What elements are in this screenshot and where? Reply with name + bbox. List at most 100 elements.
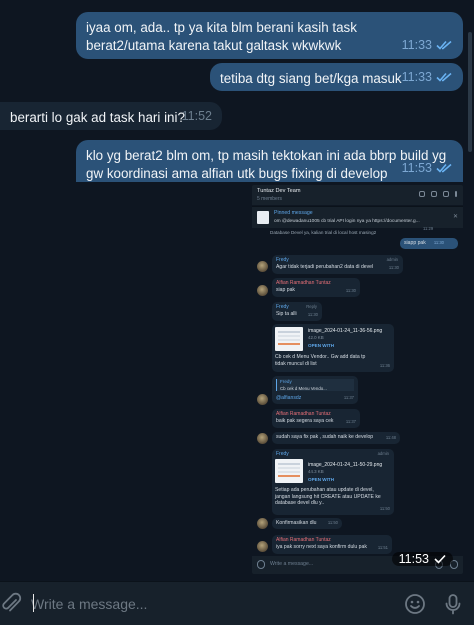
- embedded-sender: Alfian Ramadhan Tuntaz: [276, 411, 331, 417]
- message-meta: 11:33: [402, 36, 453, 54]
- embedded-time: 11:37: [343, 395, 354, 401]
- message-time: 11:52: [181, 109, 212, 123]
- embedded-sender: Alfian Ramadhan Tuntaz: [276, 280, 331, 286]
- message-outgoing[interactable]: iyaa om, ada.. tp ya kita blm berani kas…: [76, 12, 463, 59]
- message-time: 11:53: [401, 161, 432, 175]
- embedded-header: Tuntaz Dev Team 5 members: [252, 185, 463, 205]
- embedded-text: siap pak: [276, 286, 295, 293]
- close-icon: ✕: [452, 214, 458, 220]
- file-size: 42.0 KB: [308, 335, 324, 340]
- embedded-file-message: image_2024-01-24_11-36-56.png 42.0 KB OP…: [272, 324, 394, 372]
- embedded-text: @alfiansdz: [276, 395, 302, 401]
- file-thumbnail: [275, 459, 303, 483]
- message-meta: 11:33: [402, 68, 453, 86]
- chat-scrollbar[interactable]: [468, 4, 472, 569]
- file-caption: Setiap ada perubahan atau update di deve…: [275, 487, 381, 507]
- embedded-text: baik pak segera saya cek: [276, 417, 334, 424]
- embedded-role: admin: [377, 451, 389, 456]
- embedded-sender: Fredy: [276, 451, 289, 457]
- embedded-file-message: Fredy admin image_2024-01-24_11-50-29.pn…: [272, 449, 394, 515]
- double-check-icon: [436, 40, 452, 50]
- embedded-reply-label: Reply: [306, 304, 317, 309]
- embedded-peek-time: 11:29: [423, 226, 434, 231]
- pinned-thumbnail: [257, 211, 269, 224]
- embedded-text: siapp pak: [404, 240, 426, 246]
- embedded-time: 11:48: [385, 435, 396, 441]
- message-meta: 11:53: [402, 159, 453, 177]
- embedded-input-placeholder: Write a message...: [270, 561, 314, 567]
- double-check-icon: [436, 163, 452, 173]
- text-caret: [33, 594, 34, 612]
- avatar: [257, 285, 268, 296]
- embedded-time: 11:51: [377, 545, 388, 551]
- file-size: 44.3 KB: [308, 469, 324, 474]
- avatar: [257, 433, 268, 444]
- pinned-label: Pinned message: [274, 210, 313, 216]
- embedded-peek-text: Database Devel ya, kalian trial di local…: [270, 230, 377, 235]
- avatar: [257, 394, 268, 405]
- embedded-text: Sip ta alli: [276, 310, 297, 317]
- embedded-message: Fredy Reply Sip ta alli 11:30: [272, 302, 322, 321]
- embedded-time: 11:30: [388, 265, 399, 271]
- avatar: [257, 518, 268, 529]
- double-check-icon: [436, 72, 452, 82]
- avatar: [257, 261, 268, 272]
- message-composer: [0, 581, 474, 625]
- message-time: 11:33: [401, 38, 432, 52]
- embedded-time: 11:30: [433, 240, 444, 246]
- embedded-time: 11:30: [307, 312, 318, 318]
- embedded-text: sudah saya fix pak , sudah naik ke devel…: [276, 434, 374, 440]
- microphone-icon[interactable]: [441, 592, 465, 616]
- embedded-time: 11:30: [345, 288, 356, 294]
- chat-icon: [431, 191, 437, 197]
- embedded-time: 11:50: [379, 506, 390, 512]
- embedded-message: siapp pak 11:30: [400, 238, 458, 249]
- message-incoming[interactable]: berarti lo gak ad task hari ini? 11:52: [0, 102, 222, 130]
- embedded-message: Fredy admin Agar tidak terjadi perubahan…: [272, 255, 403, 274]
- embedded-text: iya pak sorry next saya konfirm dulu pak: [276, 543, 367, 550]
- reply-quote-text: Cb cek d Menu Vendo...: [280, 385, 327, 391]
- embedded-message: Alfian Ramadhan Tuntaz baik pak segera s…: [272, 409, 360, 428]
- message-time: 11:33: [401, 70, 432, 84]
- embedded-message: Konfirmasikan dlu 11:50: [272, 518, 342, 529]
- embedded-message: sudah saya fix pak , sudah naik ke devel…: [272, 432, 400, 444]
- embedded-header-icons: [419, 191, 457, 197]
- message-text: iyaa om, ada.. tp ya kita blm berani kas…: [86, 20, 357, 53]
- screenshot-image[interactable]: Tuntaz Dev Team 5 members Pinned message…: [252, 185, 463, 574]
- embedded-message: Alfian Ramadhan Tuntaz iya pak sorry nex…: [272, 535, 392, 554]
- file-open-with: OPEN WITH: [308, 477, 335, 482]
- embedded-sender: Alfian Ramadhan Tuntaz: [276, 537, 331, 543]
- file-thumbnail: [275, 327, 303, 351]
- embedded-text: Konfirmasikan dlu: [276, 520, 317, 526]
- avatar: [257, 541, 268, 552]
- message-outgoing[interactable]: klo yg berat2 blm om, tp masih tektokan …: [76, 140, 463, 182]
- embedded-message: Alfian Ramadhan Tuntaz siap pak 11:30: [272, 278, 360, 297]
- file-name: image_2024-01-24_11-50-29.png: [308, 462, 383, 468]
- paperclip-icon[interactable]: [0, 592, 22, 616]
- more-icon: [455, 191, 457, 197]
- embedded-time: 11:36: [379, 363, 390, 369]
- emoji-icon[interactable]: [403, 592, 427, 616]
- message-meta: 11:52: [182, 107, 212, 125]
- file-caption: Cb cek d Menu Vendor.. Gw add data tp ti…: [275, 354, 366, 367]
- search-icon: [419, 191, 425, 197]
- chat-area[interactable]: iyaa om, ada.. tp ya kita blm berani kas…: [0, 0, 474, 580]
- embedded-reply-quote: Fredy Cb cek d Menu Vendo...: [276, 379, 354, 391]
- embedded-role: admin: [386, 257, 398, 262]
- message-input[interactable]: [31, 593, 391, 615]
- embedded-time: 11:50: [327, 520, 338, 526]
- sidebar-icon: [443, 191, 449, 197]
- embedded-group-members: 5 members: [257, 196, 283, 202]
- check-icon: [434, 554, 446, 564]
- reply-sender: Fredy: [280, 379, 292, 384]
- scrollbar-thumb[interactable]: [468, 32, 472, 152]
- image-time: 11:53: [398, 551, 429, 566]
- pinned-text: om @dewadanu1005 cb trial API login nya …: [274, 219, 420, 224]
- paperclip-icon: [257, 560, 265, 569]
- embedded-time: 11:37: [345, 419, 356, 425]
- embedded-group-title: Tuntaz Dev Team: [257, 188, 301, 194]
- image-time-badge: 11:53: [391, 551, 453, 566]
- file-open-with: OPEN WITH: [308, 343, 335, 348]
- message-outgoing[interactable]: tetiba dtg siang bet/kga masuk 11:33: [210, 63, 463, 91]
- file-name: image_2024-01-24_11-36-56.png: [308, 328, 383, 334]
